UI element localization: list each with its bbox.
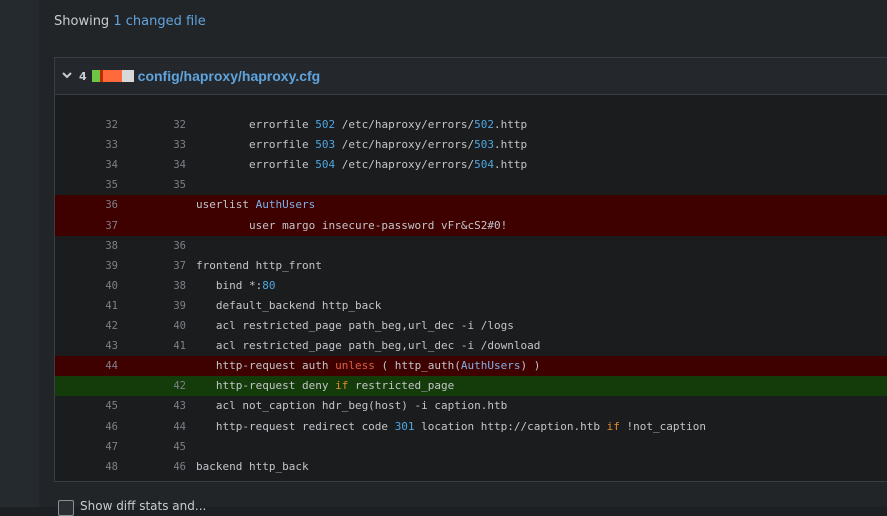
old-line-number[interactable]: 44 — [78, 356, 118, 376]
old-line-number[interactable]: 40 — [78, 276, 118, 296]
old-line-number[interactable]: 42 — [78, 316, 118, 336]
new-line-number[interactable]: 40 — [146, 316, 186, 336]
diff-line: 47 45 — [55, 437, 887, 457]
old-line-number[interactable]: 35 — [78, 175, 118, 195]
new-line-number[interactable]: 39 — [146, 296, 186, 316]
new-line-number[interactable]: 42 — [146, 376, 186, 396]
diff-line: 43 41 acl restricted_page path_beg,url_de… — [55, 336, 887, 356]
code-line: errorfile 503 /etc/haproxy/errors/503.ht… — [196, 138, 528, 152]
old-line-number[interactable]: 47 — [78, 437, 118, 457]
diff-line: 35 35 — [55, 175, 887, 195]
code-line: acl restricted_page path_beg,url_dec -i … — [196, 319, 514, 333]
code-line: frontend http_front — [196, 258, 322, 272]
diff-stat-bar — [91, 70, 134, 82]
code-line: acl not_caption hdr_beg(host) -i caption… — [196, 399, 508, 413]
new-line-number[interactable]: 46 — [146, 457, 186, 477]
code-line: acl restricted_page path_beg,url_dec -i … — [196, 339, 541, 353]
code-line: default_backend http_back — [196, 298, 382, 312]
diff-line: 46 44 http-request redirect code 301 loca… — [55, 417, 887, 437]
code-line: http-request deny if restricted_page — [196, 379, 455, 393]
footer-option-label: Show diff stats and... — [80, 499, 207, 513]
diff-stat-added — [91, 70, 100, 82]
diff-stat-neutral — [121, 70, 134, 82]
code-line: http-request auth unless ( http_auth(Aut… — [196, 359, 541, 373]
old-line-number[interactable]: 37 — [78, 216, 118, 236]
new-line-number[interactable]: 35 — [146, 175, 186, 195]
new-line-number[interactable]: 43 — [146, 396, 186, 416]
code-line: user margo insecure-password vFr&cS2#0! — [196, 218, 508, 232]
summary-prefix: Showing — [54, 14, 110, 29]
changed-files-summary: Showing 1 changed file — [54, 14, 206, 29]
diff-line: 34 34 errorfile 504 /etc/haproxy/errors/5… — [55, 155, 887, 175]
old-line-number[interactable]: 39 — [78, 256, 118, 276]
new-line-number[interactable]: 41 — [146, 336, 186, 356]
new-line-number[interactable]: 37 — [146, 256, 186, 276]
old-line-number[interactable]: 43 — [78, 336, 118, 356]
diff-lines: 32 32 errorfile 502 /etc/haproxy/errors/5… — [55, 95, 887, 477]
diff-line: 40 38 bind *:80 — [55, 276, 887, 296]
code-line: backend http_back — [196, 459, 309, 473]
new-line-number[interactable]: 38 — [146, 276, 186, 296]
chevron-down-icon[interactable] — [61, 69, 73, 81]
old-line-number[interactable]: 36 — [78, 195, 118, 215]
code-line: bind *:80 — [196, 278, 276, 292]
changes-count: 4 — [79, 69, 87, 83]
file-path-link[interactable]: config/haproxy/haproxy.cfg — [138, 68, 321, 84]
diff-line: 38 36 — [55, 236, 887, 256]
code-line: http-request redirect code 301 location … — [196, 419, 706, 433]
changed-files-link[interactable]: 1 changed file — [113, 14, 205, 29]
new-line-number[interactable]: 44 — [146, 417, 186, 437]
old-line-number[interactable]: 41 — [78, 296, 118, 316]
file-diff: 4 config/haproxy/haproxy.cfg 32 32 errorf… — [54, 57, 887, 482]
diff-line-removed: 36 userlist AuthUsers — [55, 195, 887, 216]
diff-line: 42 40 acl restricted_page path_beg,url_de… — [55, 316, 887, 336]
diff-line: 45 43 acl not_caption hdr_beg(host) -i ca… — [55, 396, 887, 416]
file-header[interactable]: 4 config/haproxy/haproxy.cfg — [55, 58, 887, 95]
code-line: errorfile 504 /etc/haproxy/errors/504.ht… — [196, 158, 528, 172]
diff-line: 33 33 errorfile 503 /etc/haproxy/errors/5… — [55, 135, 887, 155]
old-line-number[interactable]: 38 — [78, 236, 118, 256]
new-line-number[interactable]: 34 — [146, 155, 186, 175]
new-line-number[interactable]: 45 — [146, 437, 186, 457]
diff-line-removed: 37 user margo insecure-password vFr&cS2#… — [55, 215, 887, 236]
checkbox[interactable] — [58, 500, 74, 516]
diff-line-added: 42 http-request deny if restricted_page — [55, 376, 887, 397]
new-line-number[interactable]: 32 — [146, 115, 186, 135]
old-line-number[interactable]: 46 — [78, 417, 118, 437]
old-line-number[interactable]: 45 — [78, 396, 118, 416]
diff-line: 48 46 backend http_back — [55, 457, 887, 477]
old-line-number[interactable]: 32 — [78, 115, 118, 135]
code-line: userlist AuthUsers — [196, 198, 316, 212]
diff-line-removed: 44 http-request auth unless ( http_auth(… — [55, 356, 887, 377]
old-line-number[interactable]: 33 — [78, 135, 118, 155]
diff-stat-removed — [102, 70, 122, 82]
diff-line: 32 32 errorfile 502 /etc/haproxy/errors/5… — [55, 115, 887, 135]
new-line-number[interactable]: 36 — [146, 236, 186, 256]
diff-line: 41 39 default_backend http_back — [55, 296, 887, 316]
code-line: errorfile 502 /etc/haproxy/errors/502.ht… — [196, 118, 528, 132]
left-sidebar — [0, 0, 39, 507]
diff-line — [55, 95, 887, 115]
new-line-number[interactable]: 33 — [146, 135, 186, 155]
old-line-number[interactable]: 34 — [78, 155, 118, 175]
diff-line: 39 37 frontend http_front — [55, 256, 887, 276]
old-line-number[interactable]: 48 — [78, 457, 118, 477]
